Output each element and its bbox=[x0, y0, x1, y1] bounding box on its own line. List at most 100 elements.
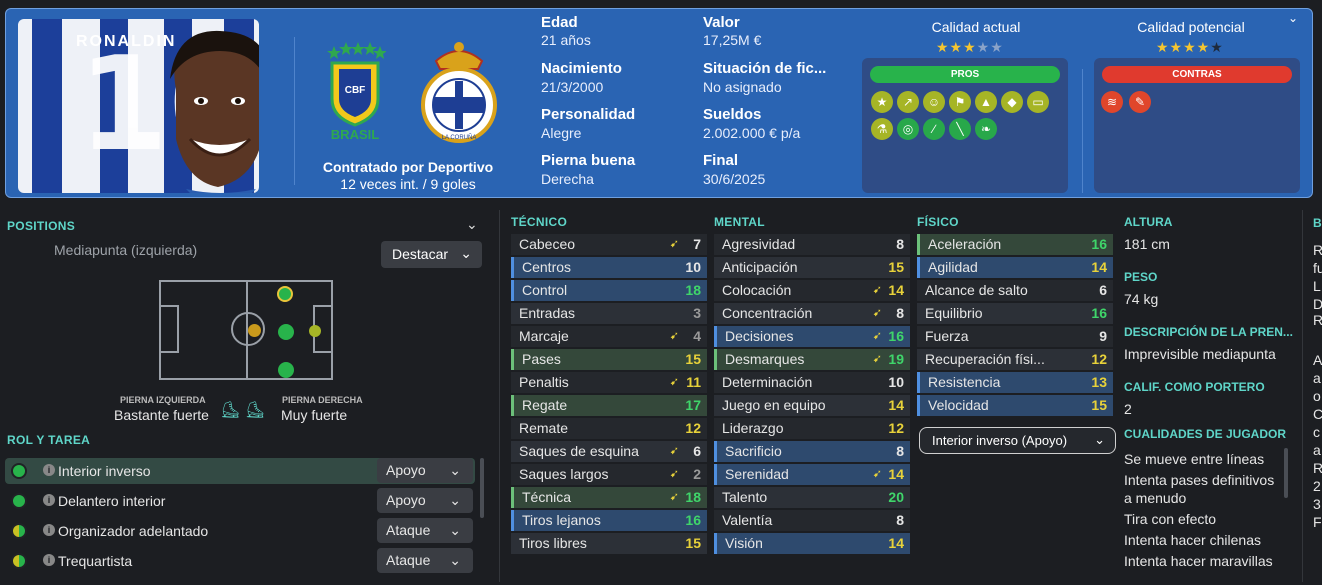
attribute-name: Desmarques bbox=[725, 351, 805, 367]
duty-dropdown[interactable]: Apoyo ⌄ bbox=[377, 458, 473, 483]
current-position: Mediapunta (izquierda) bbox=[54, 242, 198, 258]
attribute-row-fisico[interactable]: Alcance de salto 6 bbox=[917, 280, 1113, 301]
attribute-row-tecnico[interactable]: Saques largos 2 ➹ bbox=[511, 464, 707, 485]
attribute-row-mental[interactable]: Juego en equipo 14 bbox=[714, 395, 910, 416]
attribute-value: 12 bbox=[888, 420, 904, 436]
attribute-row-mental[interactable]: Colocación 14 ➹ bbox=[714, 280, 910, 301]
attribute-value: 16 bbox=[888, 328, 904, 344]
attribute-row-fisico[interactable]: Velocidad 15 bbox=[917, 395, 1113, 416]
attribute-row-tecnico[interactable]: Cabeceo 7 ➹ bbox=[511, 234, 707, 255]
role-row[interactable]: i Interior inverso Apoyo ⌄ bbox=[5, 458, 475, 484]
descripcion-label: DESCRIPCIÓN DE LA PREN... bbox=[1124, 325, 1293, 339]
attribute-row-mental[interactable]: Serenidad 14 ➹ bbox=[714, 464, 910, 485]
attribute-row-tecnico[interactable]: Control 18 bbox=[511, 280, 707, 301]
attribute-row-tecnico[interactable]: Saques de esquina 6 ➹ bbox=[511, 441, 707, 462]
spring-icon[interactable]: ≋ bbox=[1101, 91, 1123, 113]
trend-arrow-icon: ➹ bbox=[669, 330, 679, 342]
attribute-row-fisico[interactable]: Resistencia 13 bbox=[917, 372, 1113, 393]
attribute-row-tecnico[interactable]: Centros 10 bbox=[511, 257, 707, 278]
attribute-row-tecnico[interactable]: Marcaje 4 ➹ bbox=[511, 326, 707, 347]
target-icon[interactable]: ◎ bbox=[897, 118, 919, 140]
attribute-row-tecnico[interactable]: Tiros lejanos 16 bbox=[511, 510, 707, 531]
attribute-row-mental[interactable]: Determinación 10 bbox=[714, 372, 910, 393]
attribute-row-tecnico[interactable]: Penaltis 11 ➹ bbox=[511, 372, 707, 393]
info-icon[interactable]: i bbox=[43, 524, 55, 536]
trend-arrow-icon: ➹ bbox=[669, 491, 679, 503]
chevron-down-icon[interactable]: ⌄ bbox=[1288, 11, 1298, 25]
cut-off-heading: B bbox=[1313, 216, 1322, 230]
role-row[interactable]: i Trequartista Ataque ⌄ bbox=[5, 548, 475, 574]
personalidad-label: Personalidad bbox=[541, 106, 636, 123]
duty-dropdown[interactable]: Ataque ⌄ bbox=[377, 518, 473, 543]
leaf-icon[interactable]: ❧ bbox=[975, 118, 997, 140]
attribute-row-mental[interactable]: Desmarques 19 ➹ bbox=[714, 349, 910, 370]
attribute-row-tecnico[interactable]: Pases 15 bbox=[511, 349, 707, 370]
cut-off-text: R bbox=[1313, 460, 1322, 476]
flask-icon[interactable]: ⚗ bbox=[871, 118, 893, 140]
pitch-icon[interactable]: ▭ bbox=[1027, 91, 1049, 113]
attribute-value: 6 bbox=[1099, 282, 1107, 298]
role-attribute-highlight-dropdown[interactable]: Interior inverso (Apoyo) ⌄ bbox=[919, 427, 1116, 454]
peso-label: PESO bbox=[1124, 270, 1158, 284]
attribute-row-fisico[interactable]: Agilidad 14 bbox=[917, 257, 1113, 278]
destacar-dropdown[interactable]: Destacar ⌄ bbox=[381, 241, 482, 268]
attribute-row-fisico[interactable]: Aceleración 16 bbox=[917, 234, 1113, 255]
attribute-row-fisico[interactable]: Equilibrio 16 bbox=[917, 303, 1113, 324]
info-icon[interactable]: i bbox=[43, 554, 55, 566]
role-select-label: Interior inverso (Apoyo) bbox=[932, 433, 1068, 448]
attribute-row-fisico[interactable]: Recuperación físi... 12 bbox=[917, 349, 1113, 370]
attribute-row-mental[interactable]: Concentración 8 ➹ bbox=[714, 303, 910, 324]
trend-icon[interactable]: ↗ bbox=[897, 91, 919, 113]
attribute-row-mental[interactable]: Valentía 8 bbox=[714, 510, 910, 531]
sueldos-value: 2.002.000 € p/a bbox=[703, 125, 801, 141]
info-icon[interactable]: i bbox=[43, 494, 55, 506]
attribute-name: Saques de esquina bbox=[519, 443, 639, 459]
position-dot-aml[interactable] bbox=[277, 286, 293, 302]
role-name: Delantero interior bbox=[58, 493, 166, 509]
duty-dropdown[interactable]: Ataque ⌄ bbox=[377, 548, 473, 573]
role-name: Interior inverso bbox=[58, 463, 151, 479]
attribute-row-mental[interactable]: Sacrificio 8 bbox=[714, 441, 910, 462]
attribute-value: 2 bbox=[693, 466, 701, 482]
attribute-row-mental[interactable]: Talento 20 bbox=[714, 487, 910, 508]
position-dot-mc[interactable] bbox=[248, 324, 261, 337]
star-icon[interactable]: ★ bbox=[871, 91, 893, 113]
attribute-row-tecnico[interactable]: Técnica 18 ➹ bbox=[511, 487, 707, 508]
attribute-row-tecnico[interactable]: Regate 17 bbox=[511, 395, 707, 416]
cualidades-scrollbar[interactable] bbox=[1284, 448, 1288, 498]
nacimiento-label: Nacimiento bbox=[541, 60, 622, 77]
attribute-row-mental[interactable]: Decisiones 16 ➹ bbox=[714, 326, 910, 347]
altura-value: 181 cm bbox=[1124, 236, 1170, 252]
attribute-row-mental[interactable]: Visión 14 bbox=[714, 533, 910, 554]
attribute-row-fisico[interactable]: Fuerza 9 bbox=[917, 326, 1113, 347]
attribute-row-mental[interactable]: Agresividad 8 bbox=[714, 234, 910, 255]
attribute-row-mental[interactable]: Anticipación 15 bbox=[714, 257, 910, 278]
role-row[interactable]: i Organizador adelantado Ataque ⌄ bbox=[5, 518, 475, 544]
position-dot-amc[interactable] bbox=[278, 324, 294, 340]
position-dot-amr[interactable] bbox=[278, 362, 294, 378]
attribute-row-mental[interactable]: Liderazgo 12 bbox=[714, 418, 910, 439]
attribute-value: 15 bbox=[1091, 397, 1107, 413]
cut-off-text: 2 bbox=[1313, 478, 1321, 494]
bandage-icon[interactable]: ∕ bbox=[923, 118, 945, 140]
attribute-row-tecnico[interactable]: Remate 12 bbox=[511, 418, 707, 439]
duty-dropdown[interactable]: Apoyo ⌄ bbox=[377, 488, 473, 513]
syringe-icon[interactable]: ╲ bbox=[949, 118, 971, 140]
positions-chevron-icon[interactable]: ⌄ bbox=[466, 216, 478, 233]
info-icon[interactable]: i bbox=[43, 464, 55, 476]
clipboard-icon[interactable]: ✎ bbox=[1129, 91, 1151, 113]
role-row[interactable]: i Delantero interior Apoyo ⌄ bbox=[5, 488, 475, 514]
pros-box: PROS ★ ↗ ☺ ⚑ ▲ ◆ ▭ ⚗ ◎ ∕ ╲ ❧ bbox=[862, 58, 1068, 193]
svg-text:CBF: CBF bbox=[345, 85, 366, 96]
roles-scrollbar[interactable] bbox=[480, 458, 484, 518]
head-icon[interactable]: ☺ bbox=[923, 91, 945, 113]
position-dot-st[interactable] bbox=[309, 325, 321, 337]
attribute-name: Agresividad bbox=[722, 236, 796, 252]
flag-icon[interactable]: ⚑ bbox=[949, 91, 971, 113]
cone-icon[interactable]: ▲ bbox=[975, 91, 997, 113]
attribute-row-tecnico[interactable]: Tiros libres 15 bbox=[511, 533, 707, 554]
attribute-row-tecnico[interactable]: Entradas 3 bbox=[511, 303, 707, 324]
role-suitability-icon bbox=[11, 553, 27, 569]
cualidad-item: Intenta hacer chilenas bbox=[1124, 532, 1261, 548]
cones-icon[interactable]: ◆ bbox=[1001, 91, 1023, 113]
